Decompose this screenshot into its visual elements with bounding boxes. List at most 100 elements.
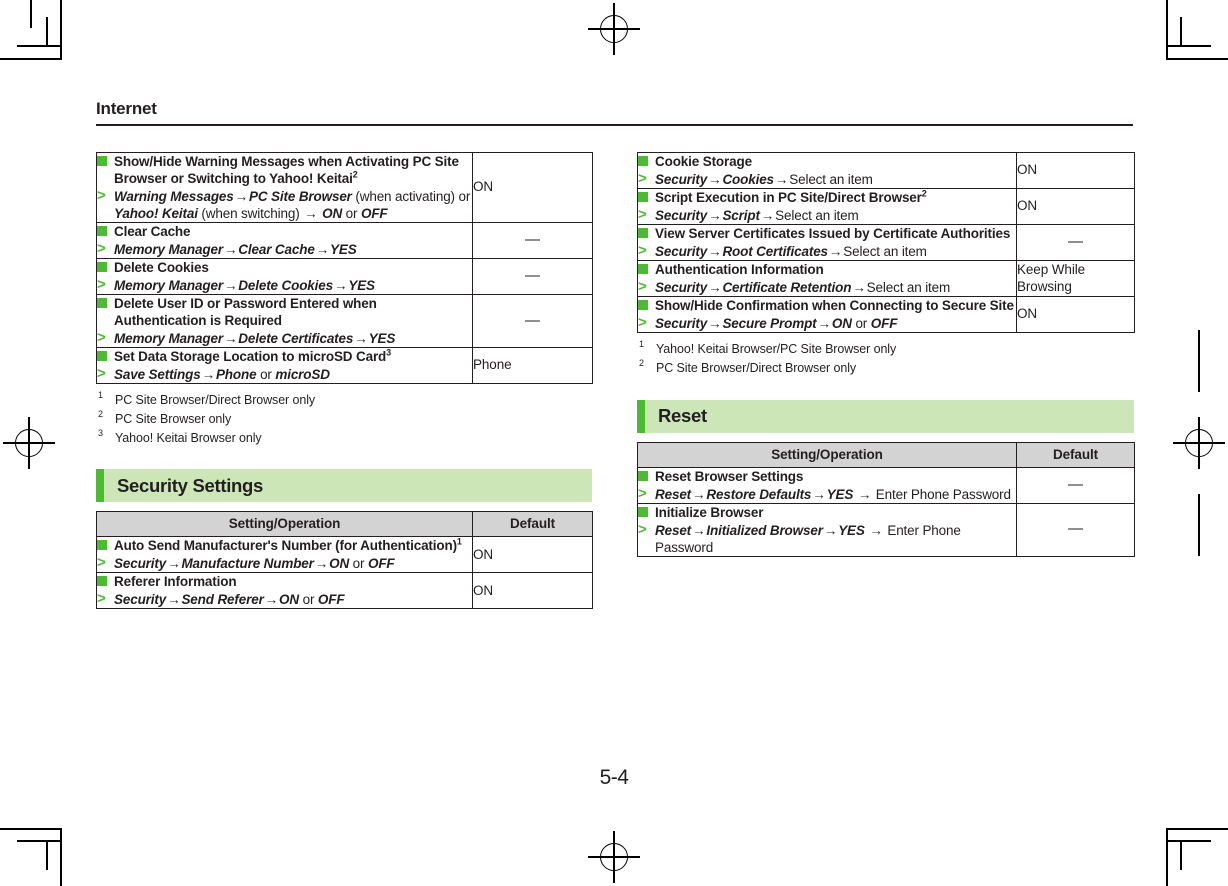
arrow-right-icon: → xyxy=(708,208,722,223)
chevron-right-icon: > xyxy=(638,242,647,259)
table-row: Initialize Browser > Reset→Initialized Bro… xyxy=(637,502,1135,557)
right-column: Cookie Storage > Security→Cookies→Select a… xyxy=(637,152,1135,557)
menu-term: Root Certificates xyxy=(722,244,828,259)
menu-term: Yahoo! Keitai xyxy=(114,206,198,221)
operation-path: > Security→Secure Prompt→ON or OFF xyxy=(638,314,1016,332)
menu-term: YES xyxy=(826,486,854,502)
setting-title: Show/Hide Confirmation when Connecting t… xyxy=(638,297,1016,314)
setting-title: Auto Send Manufacturer's Number (for Aut… xyxy=(97,537,472,554)
menu-term: OFF xyxy=(317,592,345,608)
menu-term: Phone xyxy=(215,367,257,382)
arrow-right-icon: → xyxy=(223,242,238,257)
table-row: Delete User ID or Password Entered when … xyxy=(96,294,593,348)
operation-path: > Security→Script→Select an item xyxy=(638,206,1016,224)
operation-path: > Memory Manager→Delete Cookies→YES xyxy=(97,276,472,294)
footnote-reference: 3 xyxy=(386,347,392,358)
menu-term: YES xyxy=(368,331,396,346)
chevron-right-icon: > xyxy=(97,187,106,204)
operation-path: > Security→Cookies→Select an item xyxy=(638,170,1016,188)
menu-term: OFF xyxy=(367,556,395,572)
footnote-number: 2 xyxy=(98,408,103,419)
menu-term: YES xyxy=(330,242,357,257)
arrow-right-icon: → xyxy=(708,280,722,295)
operation-path: > Memory Manager→Clear Cache→YES xyxy=(97,240,472,258)
operation-text: or xyxy=(349,556,368,572)
operation-text: or xyxy=(851,316,871,331)
green-square-bullet-icon xyxy=(97,576,107,587)
arrow-right-icon: → xyxy=(167,556,181,572)
chevron-right-icon: > xyxy=(97,329,106,346)
chevron-right-icon: > xyxy=(638,520,647,538)
default-value-cell: — xyxy=(472,294,593,348)
arrow-right-icon: → xyxy=(354,331,368,346)
setting-title: Initialize Browser xyxy=(638,504,1016,521)
operation-text: or xyxy=(256,367,276,382)
setting-title: Delete Cookies xyxy=(97,259,472,276)
default-value-cell: ON xyxy=(472,572,593,610)
menu-term: Security xyxy=(655,280,708,295)
right-continued-table: Cookie Storage > Security→Cookies→Select a… xyxy=(637,152,1135,333)
default-value-cell: ON xyxy=(1016,188,1135,225)
left-footnotes: 1 PC Site Browser/Direct Browser only 2 PC … xyxy=(96,390,592,447)
table-row: Auto Send Manufacturer's Number (for Aut… xyxy=(96,536,593,574)
green-square-bullet-icon xyxy=(97,226,107,236)
operation-text: Select an item xyxy=(789,172,873,187)
menu-term: Cookies xyxy=(722,172,774,187)
default-value-cell: ON xyxy=(1016,152,1135,189)
arrow-right-icon: → xyxy=(708,172,722,187)
chevron-right-icon: > xyxy=(97,240,106,257)
arrow-right-icon: → xyxy=(869,522,883,538)
security-settings-table: Setting/Operation Default Auto Send Manu… xyxy=(96,511,593,610)
operation-path: > Security→Send Referer→ON or OFF xyxy=(97,590,472,608)
arrow-right-icon: → xyxy=(774,172,789,187)
section-title: Reset xyxy=(658,405,707,426)
menu-term: Send Referer xyxy=(181,592,264,608)
footnote: 1 PC Site Browser/Direct Browser only xyxy=(96,390,592,410)
green-square-bullet-icon xyxy=(638,264,648,274)
reset-table: Setting/Operation Default Reset Browser … xyxy=(637,441,1135,557)
arrow-right-icon: → xyxy=(201,367,216,382)
column-header-setting-operation: Setting/Operation xyxy=(637,441,1017,468)
default-value-cell: — xyxy=(1016,224,1135,261)
operation-text: (when activating) or xyxy=(351,189,471,204)
menu-term: Certificate Retention xyxy=(722,280,852,295)
section-title: Security Settings xyxy=(117,474,264,496)
menu-term: Warning Messages xyxy=(114,189,234,204)
menu-term: Security xyxy=(655,172,708,187)
table-row: Clear Cache > Memory Manager→Clear Cache→Y… xyxy=(96,222,593,259)
menu-term: Security xyxy=(655,244,708,259)
setting-operation-cell: Delete Cookies > Memory Manager→Delete Coo… xyxy=(96,258,473,295)
menu-term: Reset xyxy=(655,486,692,502)
menu-term: ON xyxy=(329,556,350,572)
setting-title: Script Execution in PC Site/Direct Brows… xyxy=(638,189,1016,206)
operation-text: or xyxy=(342,206,361,221)
setting-operation-cell: Delete User ID or Password Entered when … xyxy=(96,294,473,348)
running-head-rule xyxy=(96,123,1133,127)
table-row: Set Data Storage Location to microSD Car… xyxy=(96,347,593,384)
chevron-right-icon: > xyxy=(638,170,647,187)
section-header-reset: Reset xyxy=(637,399,1134,433)
operation-path: > Security→Manufacture Number→ON or OFF xyxy=(97,554,472,572)
setting-operation-cell: View Server Certificates Issued by Certi… xyxy=(637,224,1017,261)
menu-term: Clear Cache xyxy=(238,242,315,257)
default-value-cell: — xyxy=(472,222,593,259)
setting-title: Reset Browser Settings xyxy=(638,468,1016,485)
footnote-text: Yahoo! Keitai Browser/PC Site Browser on… xyxy=(656,342,897,356)
table-header-row: Setting/Operation Default xyxy=(96,511,593,538)
arrow-right-icon: → xyxy=(817,316,832,331)
table-row: Delete Cookies > Memory Manager→Delete Coo… xyxy=(96,258,593,295)
chevron-right-icon: > xyxy=(97,365,106,382)
menu-term: Memory Manager xyxy=(114,331,223,346)
menu-term: OFF xyxy=(360,206,388,221)
setting-operation-cell: Clear Cache > Memory Manager→Clear Cache→Y… xyxy=(96,222,473,259)
setting-operation-cell: Authentication Information > Security→Cert… xyxy=(637,260,1017,297)
table-row: Referer Information > Security→Send Refere… xyxy=(96,572,593,610)
setting-title: Set Data Storage Location to microSD Car… xyxy=(97,348,472,365)
arrow-right-icon: → xyxy=(852,280,866,295)
setting-operation-cell: Show/Hide Warning Messages when Activati… xyxy=(96,152,473,223)
default-value-cell: Phone xyxy=(472,347,593,384)
running-head: Internet xyxy=(96,99,1133,127)
chevron-right-icon: > xyxy=(638,484,647,502)
default-value-cell: ON xyxy=(1016,296,1135,333)
operation-text: Enter Phone Password xyxy=(872,486,1011,502)
